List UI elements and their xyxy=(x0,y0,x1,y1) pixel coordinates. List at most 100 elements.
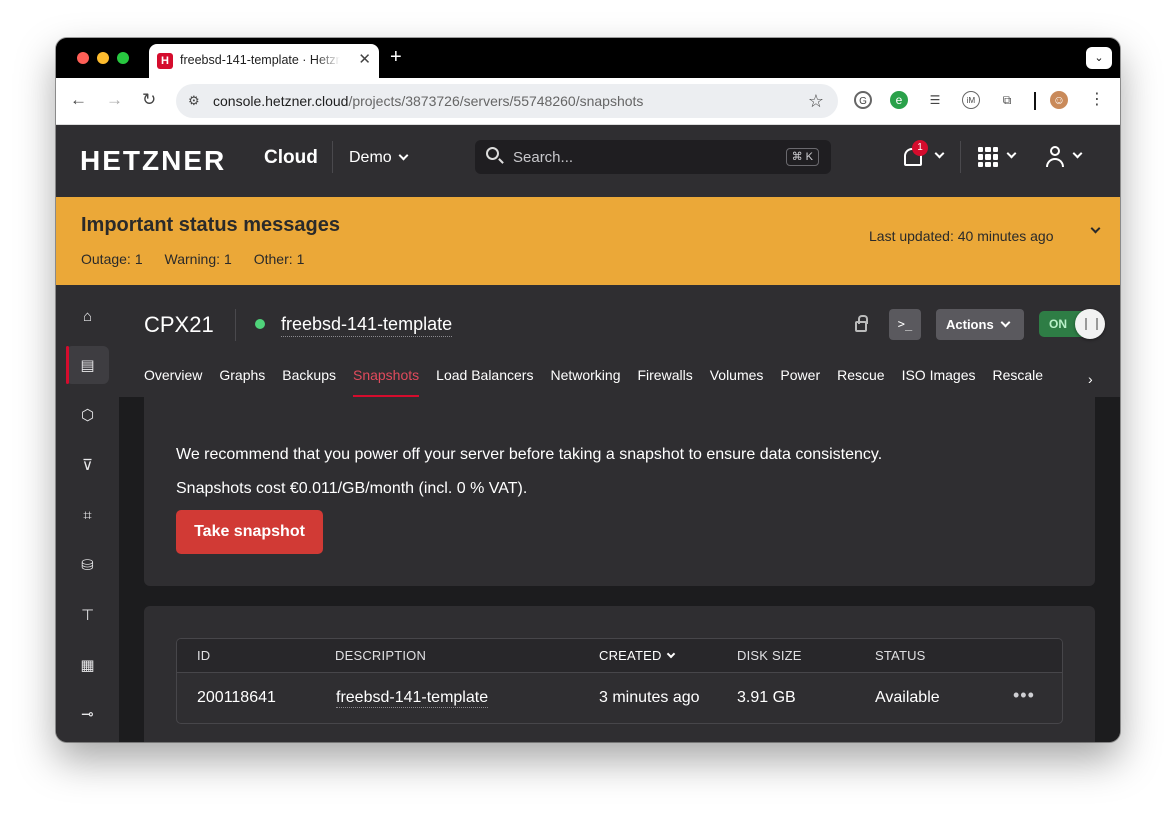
notifications-chevron-icon[interactable] xyxy=(934,148,945,159)
tabs-scroll-right-icon[interactable]: › xyxy=(1088,371,1093,387)
status-banner[interactable]: Important status messages Outage: 1 Warni… xyxy=(56,197,1120,285)
user-account-icon[interactable] xyxy=(1046,146,1064,168)
take-snapshot-button[interactable]: Take snapshot xyxy=(176,510,323,554)
main-content: CPX21 freebsd-141-template >_ Actions ON… xyxy=(119,285,1120,742)
column-header-created[interactable]: CREATED xyxy=(599,648,675,663)
sidebar-item-storage-bucket[interactable]: ⊽ xyxy=(66,446,109,484)
home-icon: ⌂ xyxy=(82,308,93,325)
updated-value: 40 minutes ago xyxy=(957,228,1054,244)
reload-icon[interactable]: ↻ xyxy=(142,90,156,110)
user-chevron-icon[interactable] xyxy=(1072,148,1083,159)
servers-icon: ▤ xyxy=(80,357,95,374)
toolbar-divider xyxy=(1034,92,1036,110)
profile-avatar[interactable]: ☺ xyxy=(1050,91,1068,109)
sidebar-item-box[interactable]: ⬡ xyxy=(66,396,109,434)
tab-backups[interactable]: Backups xyxy=(282,367,336,397)
browser-toolbar: ← → ↻ ⚙ console.hetzner.cloud/projects/3… xyxy=(56,78,1120,125)
sidebar-item-volumes[interactable]: ⛁ xyxy=(66,546,109,584)
tab-iso-images[interactable]: ISO Images xyxy=(902,367,976,397)
banner-counts: Outage: 1 Warning: 1 Other: 1 xyxy=(81,251,308,267)
minimize-window-button[interactable] xyxy=(97,52,109,64)
forward-icon[interactable]: → xyxy=(106,90,123,110)
power-toggle[interactable]: ON xyxy=(1039,309,1105,339)
snapshot-status: Available xyxy=(875,689,940,706)
server-name[interactable]: freebsd-141-template xyxy=(281,314,453,337)
tab-close-icon[interactable]: ✕ xyxy=(358,51,371,69)
sidebar-item-security[interactable]: ⊸ xyxy=(66,695,109,733)
browser-tab[interactable]: H freebsd-141-template · Hetzner Cloud ✕ xyxy=(149,44,379,78)
sidebar-item-networks[interactable]: ⌗ xyxy=(66,496,109,534)
apps-chevron-icon[interactable] xyxy=(1006,148,1017,159)
tab-power[interactable]: Power xyxy=(780,367,820,397)
evernote-extension-icon[interactable]: e xyxy=(890,91,908,109)
tab-load-balancers[interactable]: Load Balancers xyxy=(436,367,533,397)
power-toggle-label: ON xyxy=(1049,317,1067,331)
tab-overview[interactable]: Overview xyxy=(144,367,202,397)
console-button[interactable]: >_ xyxy=(889,309,921,340)
address-bar[interactable]: ⚙ console.hetzner.cloud/projects/3873726… xyxy=(176,84,838,118)
extensions-puzzle-icon[interactable]: ⧉ xyxy=(998,91,1016,109)
load-balancer-icon: ⊤ xyxy=(80,607,95,624)
chevron-down-icon xyxy=(1000,317,1011,328)
tab-networking[interactable]: Networking xyxy=(550,367,620,397)
bucket-icon: ⊽ xyxy=(82,457,93,474)
grammarly-extension-icon[interactable]: G xyxy=(854,91,872,109)
column-header-description: DESCRIPTION xyxy=(335,648,427,663)
search-input[interactable]: Search... ⌘ K xyxy=(475,140,831,174)
hetzner-favicon-icon: H xyxy=(157,53,173,69)
sidebar-item-firewalls[interactable]: ▦ xyxy=(66,646,109,684)
back-icon[interactable]: ← xyxy=(70,90,87,110)
project-selector[interactable]: Demo xyxy=(349,149,409,167)
tab-volumes[interactable]: Volumes xyxy=(710,367,764,397)
tree-extension-icon[interactable]: ☰ xyxy=(926,91,944,109)
header-divider xyxy=(332,141,333,173)
notification-count-badge: 1 xyxy=(912,140,928,156)
updated-label: Last updated: xyxy=(869,228,954,244)
apps-grid-icon[interactable] xyxy=(978,147,998,167)
tab-firewalls[interactable]: Firewalls xyxy=(637,367,692,397)
other-label: Other: xyxy=(253,251,293,267)
sidebar-item-load-balancers[interactable]: ⊤ xyxy=(66,596,109,634)
server-tabs: Overview Graphs Backups Snapshots Load Balan… xyxy=(144,367,1060,397)
maximize-window-button[interactable] xyxy=(117,52,129,64)
browser-window: H freebsd-141-template · Hetzner Cloud ✕… xyxy=(56,38,1120,742)
storage-icon: ⛁ xyxy=(81,557,94,574)
close-window-button[interactable] xyxy=(77,52,89,64)
url-host: console.hetzner.cloud xyxy=(213,93,349,109)
browser-menu-icon[interactable]: ⋮ xyxy=(1088,91,1106,109)
url-path: /projects/3873726/servers/55748260/snaps… xyxy=(348,93,644,109)
tab-title: freebsd-141-template · Hetzner Cloud xyxy=(180,53,340,67)
snapshot-disk-size: 3.91 GB xyxy=(737,689,796,706)
lock-icon[interactable] xyxy=(855,315,868,332)
row-more-options-icon[interactable]: ••• xyxy=(1013,685,1035,706)
tab-snapshots[interactable]: Snapshots xyxy=(352,367,420,397)
sidebar-item-home[interactable]: ⌂ xyxy=(66,297,109,335)
site-settings-icon[interactable]: ⚙ xyxy=(188,93,204,109)
product-name: Cloud xyxy=(264,147,318,168)
search-shortcut-badge: ⌘ K xyxy=(785,148,819,166)
tab-search-chevron-icon[interactable]: ⌄ xyxy=(1086,47,1112,69)
banner-title: Important status messages xyxy=(81,214,340,236)
bookmark-star-icon[interactable]: ☆ xyxy=(808,91,824,112)
url-text[interactable]: console.hetzner.cloud/projects/3873726/s… xyxy=(213,93,643,109)
tab-graphs[interactable]: Graphs xyxy=(219,367,265,397)
search-placeholder: Search... xyxy=(513,149,574,166)
firewall-icon: ▦ xyxy=(80,657,95,674)
search-icon xyxy=(486,147,499,160)
power-toggle-knob[interactable] xyxy=(1075,309,1105,339)
header-divider xyxy=(960,141,961,173)
sort-chevron-icon xyxy=(666,649,675,659)
tab-rescue[interactable]: Rescue xyxy=(837,367,884,397)
snapshot-description[interactable]: freebsd-141-template xyxy=(336,689,489,708)
tab-rescale[interactable]: Rescale xyxy=(993,367,1044,397)
hetzner-logo[interactable]: HETZNER xyxy=(80,145,226,177)
app-header: HETZNER Cloud Demo Search... ⌘ K 1 xyxy=(56,125,1120,197)
banner-expand-chevron-icon[interactable] xyxy=(1090,223,1101,234)
new-tab-icon[interactable]: + xyxy=(390,47,402,67)
project-name: Demo xyxy=(349,149,392,166)
snapshot-info-card: We recommend that you power off your ser… xyxy=(144,375,1095,586)
sidebar-item-servers[interactable]: ▤ xyxy=(66,346,109,384)
im-extension-icon[interactable]: iM xyxy=(962,91,980,109)
actions-button[interactable]: Actions xyxy=(936,309,1024,340)
server-type: CPX21 xyxy=(144,312,214,337)
